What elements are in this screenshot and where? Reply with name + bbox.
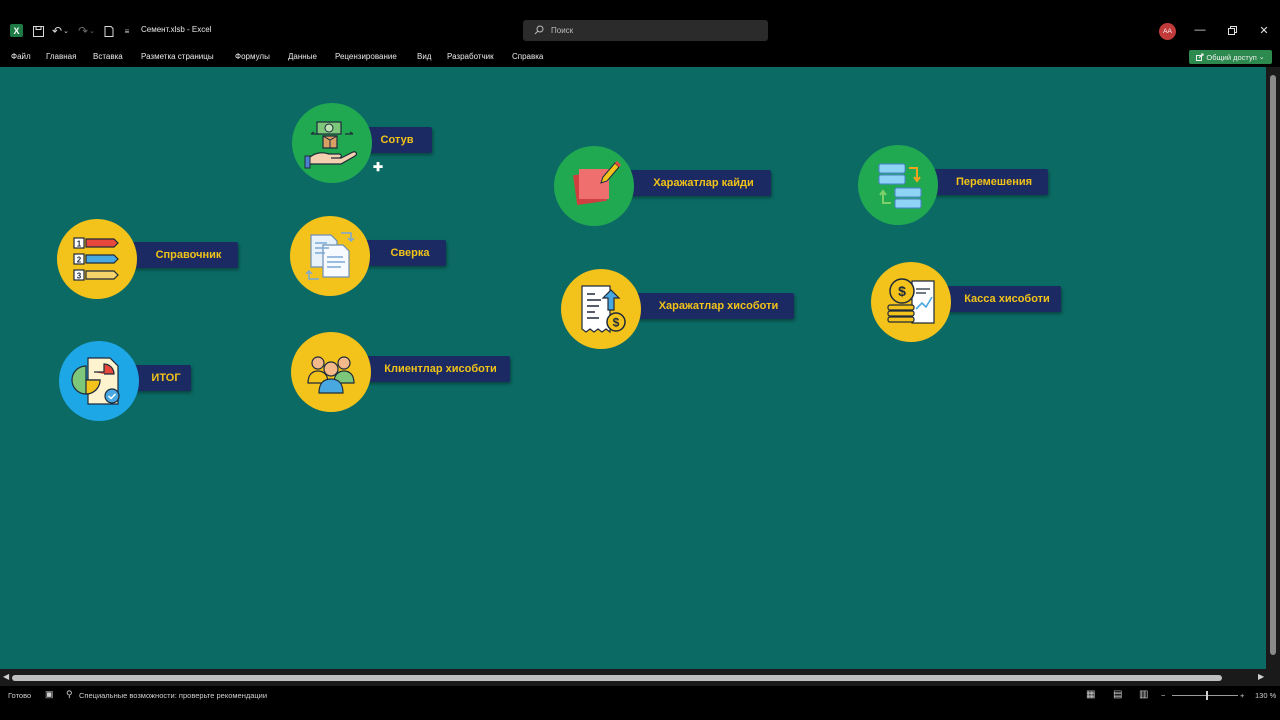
undo-icon[interactable]: ↶ <box>51 24 63 38</box>
tab-home[interactable]: Главная <box>46 52 76 61</box>
search-input[interactable]: Поиск <box>523 20 768 41</box>
expense-report-icon: $ <box>561 269 641 349</box>
tab-data[interactable]: Данные <box>288 52 317 61</box>
transfer-servers-icon <box>858 145 938 225</box>
tab-help[interactable]: Справка <box>512 52 543 61</box>
excel-window: X ↶ ⌄ ↷ ⌄ ≡ Семент.xlsb - Excel Поиск АА… <box>0 0 1280 720</box>
save-icon[interactable] <box>32 24 44 38</box>
tab-developer[interactable]: Разработчик <box>447 52 494 61</box>
tab-view[interactable]: Вид <box>417 52 431 61</box>
taskbar-strip <box>0 706 1280 720</box>
horizontal-scroll-thumb[interactable] <box>12 675 1222 681</box>
tab-insert[interactable]: Вставка <box>93 52 123 61</box>
zoom-level[interactable]: 130 % <box>1255 691 1276 700</box>
zoom-slider[interactable] <box>1172 691 1238 700</box>
cell-cursor-icon: ✚ <box>373 160 384 174</box>
share-icon <box>1196 53 1204 61</box>
status-bar: Готово ▣ ⚲ Специальные возможности: пров… <box>0 686 1280 706</box>
sotuv-label: Сотув <box>362 127 432 153</box>
documents-compare-icon <box>290 216 370 296</box>
svg-text:$: $ <box>613 316 620 330</box>
scroll-right-icon[interactable]: ▶ <box>1258 672 1264 681</box>
avatar[interactable]: АА <box>1159 23 1176 40</box>
search-icon <box>534 25 544 35</box>
peremesheniya-label: Перемешения <box>930 169 1048 195</box>
undo-dropdown-icon[interactable]: ⌄ <box>63 24 69 38</box>
spravochnik-label: Справочник <box>129 242 238 268</box>
chevron-down-icon: ⌄ <box>1258 54 1265 61</box>
cash-report-icon: $ <box>871 262 951 342</box>
svg-text:1: 1 <box>77 240 82 249</box>
kassa-hisoboti-label: Касса хисоботи <box>943 286 1061 312</box>
svg-text:$: $ <box>898 283 906 299</box>
scroll-left-icon[interactable]: ◀ <box>3 672 9 681</box>
tab-file[interactable]: Файл <box>11 52 31 61</box>
minimize-icon[interactable]: — <box>1192 22 1208 38</box>
sverka-label: Сверка <box>360 240 446 266</box>
tab-formulas[interactable]: Формулы <box>235 52 270 61</box>
zoom-in-icon[interactable]: + <box>1240 691 1244 700</box>
redo-dropdown-icon[interactable]: ⌄ <box>89 24 95 38</box>
horizontal-scrollbar[interactable]: ◀ ▶ <box>0 669 1280 686</box>
svg-text:3: 3 <box>77 272 82 281</box>
excel-logo-icon: X <box>10 24 23 37</box>
svg-text:2: 2 <box>77 256 82 265</box>
kharajatlar-hisoboti-label: Харажатлар хисоботи <box>631 293 794 319</box>
vertical-scroll-thumb[interactable] <box>1270 75 1276 655</box>
customize-toolbar-icon[interactable]: ≡ <box>122 24 132 38</box>
close-icon[interactable]: ✕ <box>1256 22 1272 38</box>
search-placeholder: Поиск <box>551 26 574 35</box>
report-pie-chart-icon <box>59 341 139 421</box>
accessibility-icon[interactable]: ⚲ <box>66 689 73 700</box>
tab-page-layout[interactable]: Разметка страницы <box>141 52 214 61</box>
share-button[interactable]: Общий доступ ⌄ <box>1189 50 1272 64</box>
redo-icon[interactable]: ↷ <box>77 24 89 38</box>
page-break-view-icon[interactable]: ▥ <box>1139 689 1148 700</box>
klientlar-hisoboti-label: Клиентлар хисоботи <box>361 356 510 382</box>
share-label: Общий доступ <box>1206 52 1257 62</box>
vertical-scrollbar[interactable] <box>1266 67 1280 669</box>
clients-group-icon <box>291 332 371 412</box>
accessibility-status[interactable]: Специальные возможности: проверьте реком… <box>79 691 267 700</box>
restore-icon[interactable] <box>1224 22 1240 38</box>
normal-view-icon[interactable]: ▦ <box>1086 689 1095 700</box>
page-layout-view-icon[interactable]: ▤ <box>1113 689 1122 700</box>
zoom-slider-thumb[interactable] <box>1206 691 1208 700</box>
macro-record-icon[interactable]: ▣ <box>45 689 54 700</box>
tab-review[interactable]: Рецензирование <box>335 52 397 61</box>
quick-print-icon[interactable] <box>103 24 115 38</box>
numbered-list-icon: 1 2 3 <box>57 219 137 299</box>
zoom-out-icon[interactable]: − <box>1161 691 1165 700</box>
status-ready: Готово <box>8 691 32 700</box>
sale-hand-money-icon <box>292 103 372 183</box>
kharajatlar-kaydi-label: Харажатлар кайди <box>626 170 771 196</box>
ribbon-tabs: Файл Главная Вставка Разметка страницы Ф… <box>0 48 1280 67</box>
worksheet-canvas[interactable]: Сотув Справочник 1 2 3 Сверка ИТОГ Клиен… <box>0 67 1266 669</box>
document-title: Семент.xlsb - Excel <box>141 25 212 34</box>
sticky-note-pencil-icon <box>554 146 634 226</box>
